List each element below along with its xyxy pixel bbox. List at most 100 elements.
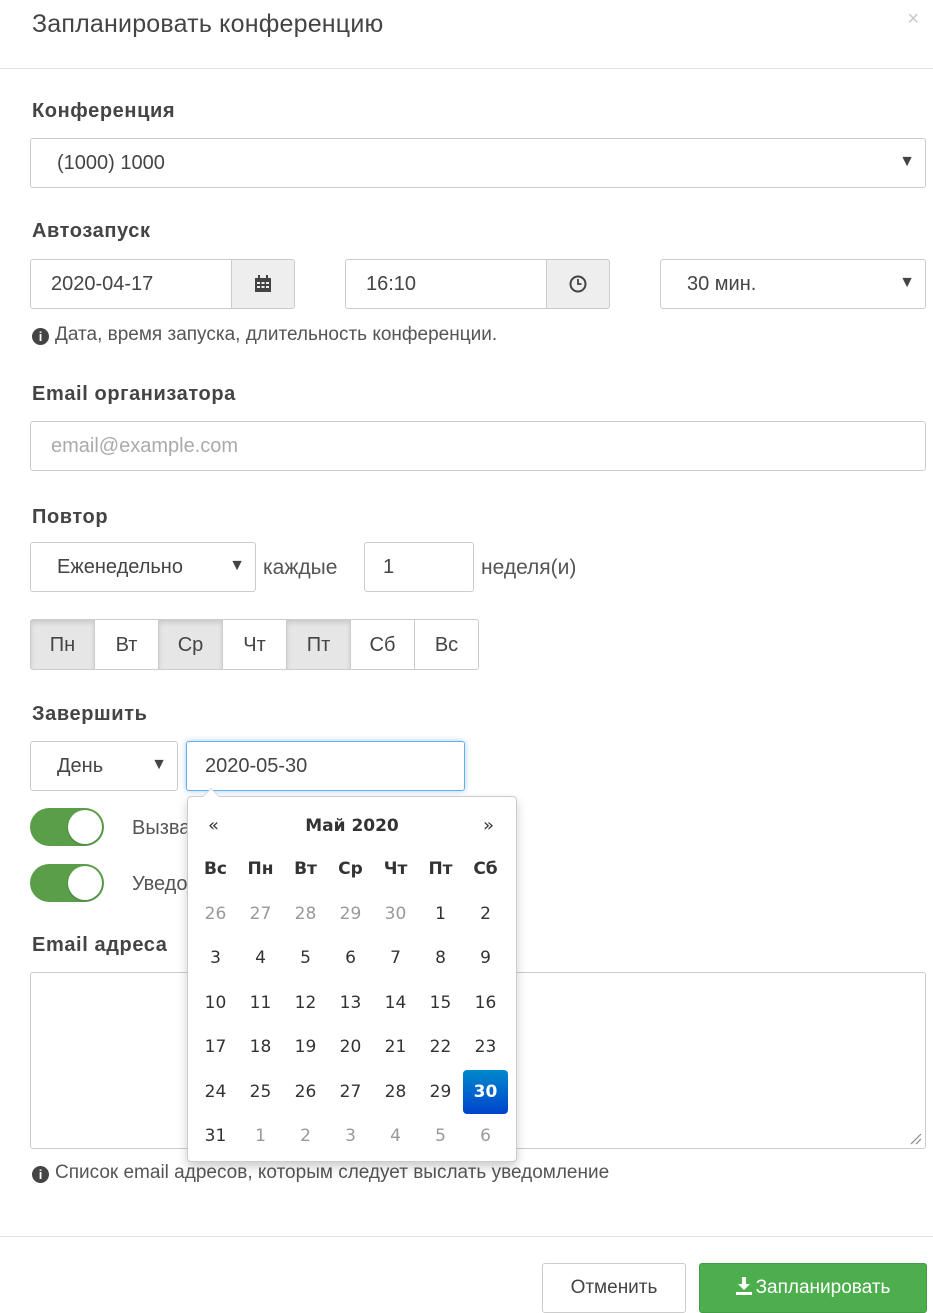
info-icon: i: [32, 328, 49, 345]
datepicker-day[interactable]: 15: [418, 981, 463, 1026]
datepicker-day[interactable]: 26: [283, 1070, 328, 1115]
weekday-toggle-tue[interactable]: Вт: [94, 619, 159, 670]
info-icon: i: [32, 1166, 49, 1183]
start-date-input[interactable]: 2020-04-17: [30, 259, 295, 309]
datepicker-day[interactable]: 1: [418, 892, 463, 937]
weekday-toggle-sun[interactable]: Вс: [414, 619, 479, 670]
datepicker-day[interactable]: 8: [418, 936, 463, 981]
datepicker-day[interactable]: 11: [238, 981, 283, 1026]
repeat-interval-input[interactable]: 1: [364, 542, 474, 592]
datepicker-day[interactable]: 26: [193, 892, 238, 937]
datepicker-day[interactable]: 31: [193, 1114, 238, 1159]
close-icon[interactable]: ×: [907, 8, 919, 31]
download-icon: [735, 1277, 752, 1295]
datepicker-day[interactable]: 2: [463, 892, 508, 937]
organizer-email-input[interactable]: email@example.com: [30, 421, 926, 471]
datepicker-day[interactable]: 4: [238, 936, 283, 981]
datepicker-day[interactable]: 19: [283, 1025, 328, 1070]
organizer-email-placeholder: email@example.com: [51, 435, 239, 457]
finish-mode-value: День: [57, 755, 104, 777]
datepicker-day[interactable]: 25: [238, 1070, 283, 1115]
datepicker-day[interactable]: 14: [373, 981, 418, 1026]
weekday-toggle-sat[interactable]: Сб: [350, 619, 415, 670]
chevron-down-icon: ▼: [151, 756, 167, 773]
clock-button[interactable]: [546, 259, 610, 309]
repeat-frequency-value: Еженедельно: [57, 556, 183, 578]
weekday-header: Чт: [383, 859, 408, 879]
finish-date-input[interactable]: 2020-05-30: [186, 741, 465, 791]
datepicker-day[interactable]: 24: [193, 1070, 238, 1115]
weekday-toggle-mon[interactable]: Пн: [30, 619, 95, 670]
weekday-header: Пн: [247, 859, 274, 879]
datepicker-day[interactable]: 4: [373, 1114, 418, 1159]
conference-select[interactable]: (1000) 1000 ▼: [30, 138, 926, 188]
datepicker-day[interactable]: 3: [193, 936, 238, 981]
datepicker-day[interactable]: 29: [418, 1070, 463, 1115]
weekday-header: Ср: [338, 859, 363, 879]
weekday-button-group: Пн Вт Ср Чт Пт Сб Вс: [30, 619, 479, 672]
datepicker-day[interactable]: 10: [193, 981, 238, 1026]
datepicker-day[interactable]: 16: [463, 981, 508, 1026]
duration-value: 30 мин.: [687, 273, 757, 295]
email-addresses-help-text: Список email адресов, которым следует вы…: [55, 1162, 610, 1183]
datepicker-week-row: 31 1 2 3 4 5 6: [193, 1114, 508, 1159]
start-time-value: 16:10: [366, 273, 417, 295]
datepicker-day[interactable]: 6: [463, 1114, 508, 1159]
datepicker-day[interactable]: 9: [463, 936, 508, 981]
datepicker-day[interactable]: 22: [418, 1025, 463, 1070]
calendar-button[interactable]: [231, 259, 295, 309]
finish-mode-select[interactable]: День ▼: [30, 741, 178, 791]
toggle-knob: [68, 866, 102, 900]
schedule-button[interactable]: Запланировать: [699, 1263, 927, 1313]
chevron-down-icon: ▼: [899, 153, 915, 170]
call-toggle[interactable]: [30, 808, 104, 846]
datepicker-day[interactable]: 13: [328, 981, 373, 1026]
notify-toggle[interactable]: [30, 864, 104, 902]
repeat-frequency-select[interactable]: Еженедельно ▼: [30, 542, 256, 592]
datepicker-day[interactable]: 30: [373, 892, 418, 937]
resize-handle-icon[interactable]: [908, 1131, 922, 1145]
finish-label: Завершить: [32, 703, 148, 725]
organizer-email-label: Email организатора: [32, 383, 236, 405]
datepicker-month-title[interactable]: Май 2020: [188, 816, 516, 836]
duration-select[interactable]: 30 мин. ▼: [660, 259, 926, 309]
start-time-input[interactable]: 16:10: [345, 259, 610, 309]
datepicker-popup: « Май 2020 » Вс Пн Вт Ср Чт Пт Сб 26 27 …: [187, 788, 517, 1162]
datepicker-day[interactable]: 20: [328, 1025, 373, 1070]
schedule-button-label: Запланировать: [755, 1277, 891, 1298]
datepicker-day[interactable]: 17: [193, 1025, 238, 1070]
datepicker-day[interactable]: 12: [283, 981, 328, 1026]
datepicker-day[interactable]: 3: [328, 1114, 373, 1159]
datepicker-day[interactable]: 29: [328, 892, 373, 937]
weekday-header: Вт: [294, 859, 317, 879]
weekday-toggle-thu[interactable]: Чт: [222, 619, 287, 670]
datepicker-day[interactable]: 2: [283, 1114, 328, 1159]
toggle-knob: [68, 810, 102, 844]
cancel-button[interactable]: Отменить: [542, 1263, 686, 1313]
datepicker-day[interactable]: 28: [283, 892, 328, 937]
weekday-toggle-fri[interactable]: Пт: [286, 619, 351, 670]
datepicker-day[interactable]: 1: [238, 1114, 283, 1159]
datepicker-day[interactable]: 5: [418, 1114, 463, 1159]
datepicker-day[interactable]: 27: [328, 1070, 373, 1115]
start-date-value: 2020-04-17: [51, 273, 154, 295]
email-addresses-label: Email адреса: [32, 934, 168, 956]
autostart-help: i Дата, время запуска, длительность конфе…: [32, 324, 497, 346]
datepicker-day[interactable]: 27: [238, 892, 283, 937]
repeat-interval-value: 1: [383, 556, 395, 578]
datepicker-day[interactable]: 18: [238, 1025, 283, 1070]
datepicker-day[interactable]: 7: [373, 936, 418, 981]
datepicker-day-selected[interactable]: 30: [463, 1069, 508, 1114]
chevron-down-icon: ▼: [229, 557, 245, 574]
datepicker-day[interactable]: 23: [463, 1025, 508, 1070]
repeat-unit-label: неделя(и): [481, 556, 577, 579]
weekday-toggle-wed[interactable]: Ср: [158, 619, 223, 670]
email-addresses-help: i Список email адресов, которым следует в…: [32, 1162, 609, 1184]
datepicker-day[interactable]: 28: [373, 1070, 418, 1115]
datepicker-day[interactable]: 21: [373, 1025, 418, 1070]
datepicker-day[interactable]: 5: [283, 936, 328, 981]
conference-label: Конференция: [32, 100, 176, 122]
datepicker-grid: Вс Пн Вт Ср Чт Пт Сб 26 27 28 29 30 1 2 …: [193, 847, 508, 1159]
datepicker-day[interactable]: 6: [328, 936, 373, 981]
datepicker-next-button[interactable]: »: [483, 815, 494, 836]
